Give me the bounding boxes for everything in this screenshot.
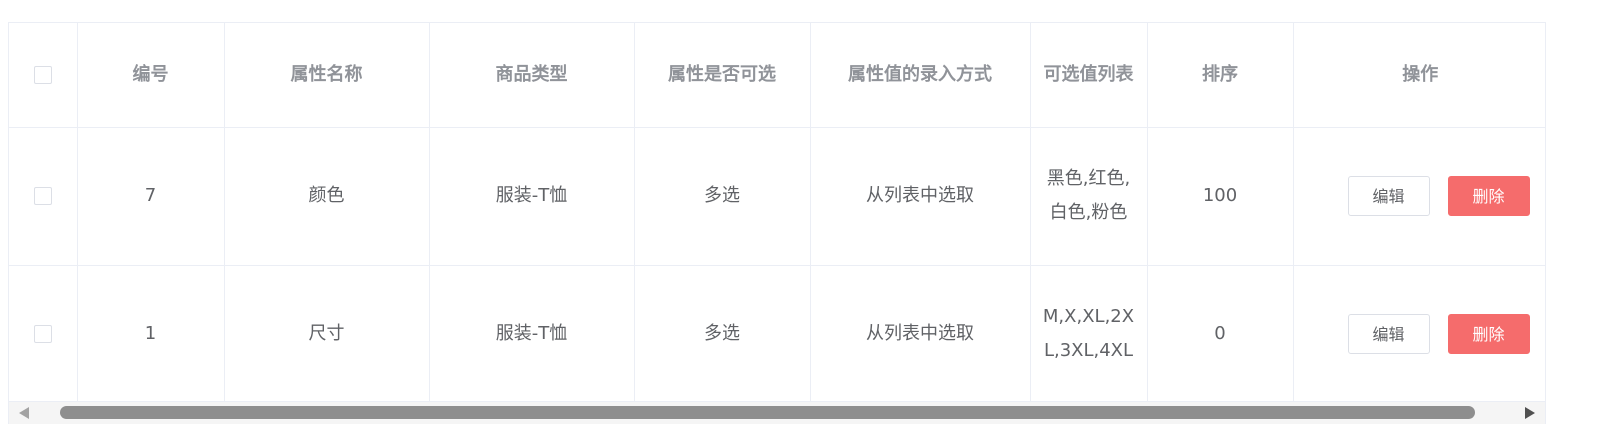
cell-actions: 编辑 删除 [1293, 127, 1545, 266]
attribute-table: 编号 属性名称 商品类型 属性是否可选 属性值的录入方式 可选值列表 排序 操作… [8, 22, 1546, 424]
cell-sort: 0 [1147, 265, 1294, 403]
cell-id: 7 [77, 127, 225, 266]
header-values: 可选值列表 [1030, 23, 1148, 128]
header-type: 商品类型 [429, 23, 635, 128]
scroll-right-arrow-icon[interactable] [1525, 407, 1535, 419]
horizontal-scrollbar[interactable] [9, 401, 1545, 424]
cell-name: 颜色 [224, 127, 430, 266]
cell-selectable: 多选 [634, 127, 811, 266]
header-name: 属性名称 [224, 23, 430, 128]
row-select-cell[interactable] [9, 265, 78, 403]
cell-type: 服装-T恤 [429, 127, 635, 266]
edit-button[interactable]: 编辑 [1347, 176, 1430, 216]
scrollbar-thumb[interactable] [60, 406, 1475, 419]
cell-id: 1 [77, 265, 225, 403]
delete-button[interactable]: 删除 [1447, 176, 1530, 216]
cell-input-mode: 从列表中选取 [810, 265, 1031, 403]
cell-input-mode: 从列表中选取 [810, 127, 1031, 266]
select-all-checkbox[interactable] [33, 65, 52, 84]
cell-actions: 编辑 删除 [1293, 265, 1545, 403]
header-actions: 操作 [1293, 23, 1545, 128]
header-id: 编号 [77, 23, 225, 128]
delete-button[interactable]: 删除 [1447, 313, 1530, 354]
header-select-all[interactable] [9, 23, 78, 128]
cell-sort: 100 [1147, 127, 1294, 266]
table-row: 1 尺寸 服装-T恤 多选 从列表中选取 M,X,XL,2XL,3XL,4XL … [9, 265, 1545, 403]
row-checkbox[interactable] [33, 324, 52, 343]
cell-values: 黑色,红色,白色,粉色 [1030, 127, 1148, 266]
cell-type: 服装-T恤 [429, 265, 635, 403]
row-checkbox[interactable] [33, 187, 52, 205]
cell-name: 尺寸 [224, 265, 430, 403]
table-header-row: 编号 属性名称 商品类型 属性是否可选 属性值的录入方式 可选值列表 排序 操作 [9, 23, 1545, 128]
header-selectable: 属性是否可选 [634, 23, 811, 128]
attribute-table-grid: 编号 属性名称 商品类型 属性是否可选 属性值的录入方式 可选值列表 排序 操作… [9, 23, 1545, 403]
table-row: 7 颜色 服装-T恤 多选 从列表中选取 黑色,红色,白色,粉色 100 编辑删… [9, 127, 1545, 266]
header-sort: 排序 [1147, 23, 1294, 128]
edit-button[interactable]: 编辑 [1347, 313, 1430, 354]
cell-selectable: 多选 [634, 265, 811, 403]
cell-values: M,X,XL,2XL,3XL,4XL [1030, 265, 1148, 403]
row-select-cell[interactable] [9, 127, 78, 266]
header-input-mode: 属性值的录入方式 [810, 23, 1031, 128]
scroll-left-arrow-icon[interactable] [19, 407, 29, 419]
